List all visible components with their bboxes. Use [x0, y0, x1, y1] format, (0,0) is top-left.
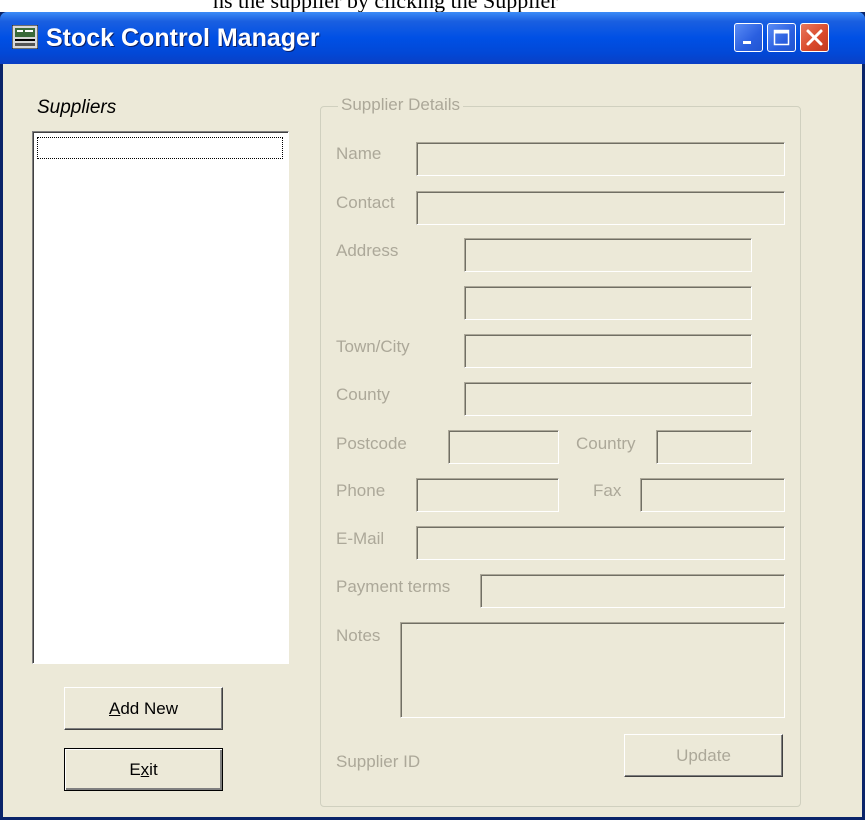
town-label: Town/City: [336, 337, 410, 356]
country-label: Country: [576, 434, 636, 453]
county-field[interactable]: [464, 382, 752, 416]
close-button[interactable]: [800, 23, 829, 52]
suppliers-label: Suppliers: [37, 97, 117, 118]
phone-field[interactable]: [416, 478, 559, 512]
address-line1-field[interactable]: [464, 238, 752, 272]
app-icon: [12, 25, 38, 49]
name-field[interactable]: [416, 142, 785, 176]
phone-label: Phone: [336, 481, 386, 500]
exit-label: Exit: [129, 759, 158, 779]
window-title: Stock Control Manager: [46, 24, 320, 52]
update-button[interactable]: Update: [624, 734, 783, 777]
contact-label: Contact: [336, 193, 395, 212]
add-new-button[interactable]: Add New: [64, 687, 223, 730]
maximize-button[interactable]: [767, 23, 796, 52]
caption-text: ns the supplier by clicking the Supplier: [213, 0, 558, 13]
supplier-details-legend: Supplier Details: [338, 95, 464, 115]
email-field[interactable]: [416, 526, 785, 560]
close-icon: [806, 29, 823, 46]
postcode-label: Postcode: [336, 434, 407, 453]
app-window: Stock Control Manager Suppliers Add New: [0, 12, 865, 820]
maximize-icon: [773, 29, 790, 46]
fax-label: Fax: [593, 481, 622, 500]
postcode-field[interactable]: [448, 430, 559, 464]
email-label: E-Mail: [336, 529, 385, 548]
notes-label: Notes: [336, 626, 381, 645]
contact-field[interactable]: [416, 191, 785, 225]
suppliers-listbox[interactable]: [32, 131, 289, 664]
payment-terms-field[interactable]: [480, 574, 785, 608]
address-line2-field[interactable]: [464, 286, 752, 320]
fax-field[interactable]: [640, 478, 785, 512]
town-field[interactable]: [464, 334, 752, 368]
name-label: Name: [336, 144, 382, 163]
title-bar[interactable]: Stock Control Manager: [0, 12, 865, 64]
client-area: Suppliers Add New Exit Supplier Details …: [3, 64, 862, 817]
country-field[interactable]: [656, 430, 752, 464]
payment-terms-label: Payment terms: [336, 577, 451, 596]
exit-button[interactable]: Exit: [64, 748, 223, 791]
address-label: Address: [336, 241, 399, 260]
supplier-id-label: Supplier ID: [336, 752, 421, 771]
minimize-icon: [743, 41, 751, 44]
add-new-label: Add New: [109, 698, 178, 718]
notes-field[interactable]: [400, 622, 785, 718]
county-label: County: [336, 385, 390, 404]
minimize-button[interactable]: [734, 23, 763, 52]
list-focus-rect: [37, 137, 283, 159]
